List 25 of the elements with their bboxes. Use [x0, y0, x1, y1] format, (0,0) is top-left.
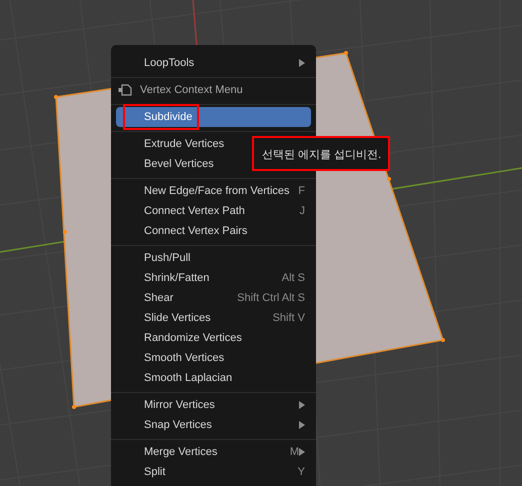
shortcut-label: Y — [298, 466, 305, 478]
shortcut-label: J — [300, 205, 305, 217]
shortcut-label: M — [290, 446, 299, 458]
menu-item[interactable]: Split Y — [116, 462, 311, 482]
menu-item[interactable]: Slide Vertices Shift V — [116, 308, 311, 328]
menu-item[interactable]: Smooth Laplacian — [116, 368, 311, 388]
shortcut-label: Shift Ctrl Alt S — [237, 292, 305, 304]
menu-item[interactable]: New Edge/Face from Vertices F — [116, 181, 311, 201]
vertex-icon — [118, 84, 132, 96]
menu-item[interactable]: Mirror Vertices — [116, 395, 311, 415]
menu-item[interactable]: Connect Vertex Path J — [116, 201, 311, 221]
menu-item[interactable]: Snap Vertices — [116, 415, 311, 435]
menu-item[interactable]: Randomize Vertices — [116, 328, 311, 348]
shortcut-label: Alt S — [282, 272, 305, 284]
menu-item[interactable]: Push/Pull — [116, 248, 311, 268]
shortcut-label: Shift V — [272, 312, 305, 324]
menu-item[interactable]: Merge Vertices M — [116, 442, 311, 462]
shortcut-label: F — [298, 185, 305, 197]
menu-item[interactable]: LoopTools — [116, 53, 311, 73]
menu-item[interactable]: Shrink/Fatten Alt S — [116, 268, 311, 288]
menu-header: Vertex Context Menu — [140, 84, 243, 96]
menu-item[interactable]: Shear Shift Ctrl Alt S — [116, 288, 311, 308]
menu-item[interactable]: Connect Vertex Pairs — [116, 221, 311, 241]
menu-item[interactable]: Smooth Vertices — [116, 348, 311, 368]
menu-item[interactable]: Subdivide — [116, 107, 311, 127]
